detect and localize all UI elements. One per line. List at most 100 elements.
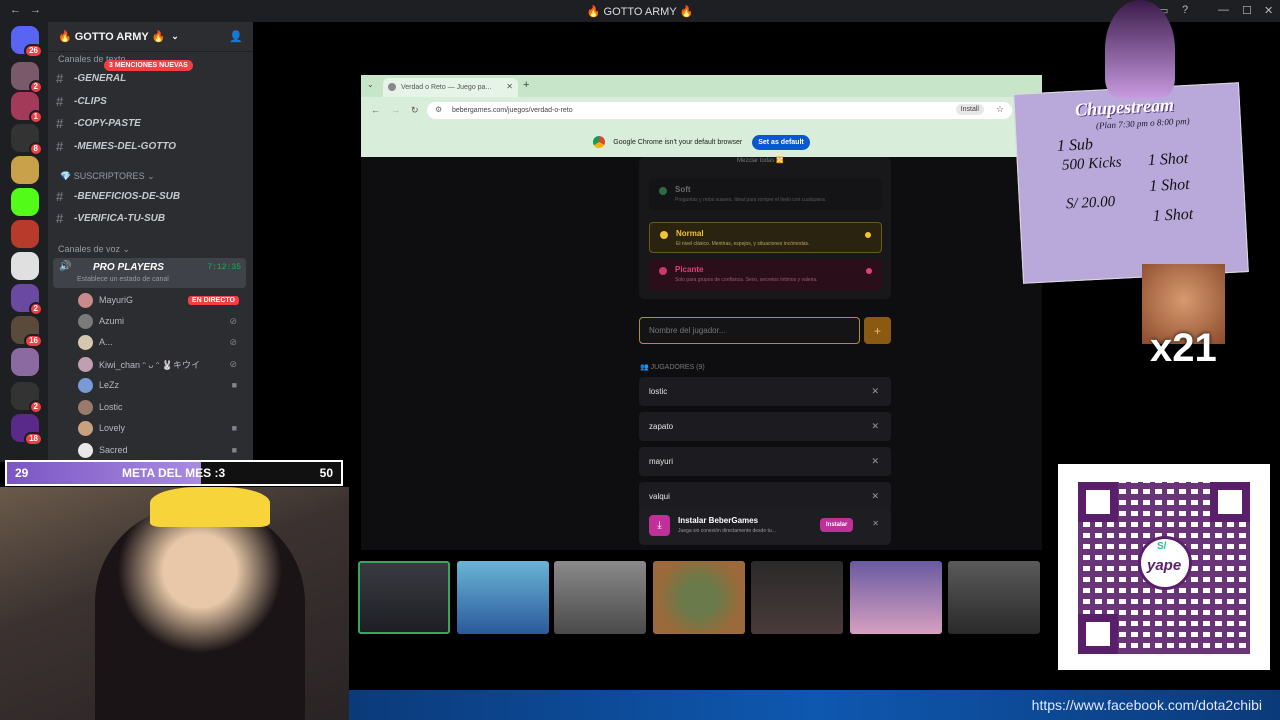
remove-player-icon[interactable]: ✕ [871,386,879,397]
server-rail: 26 2 1 8 2 16 2 18 [0,22,48,462]
help-icon[interactable]: ? [1182,4,1188,16]
remove-player-icon[interactable]: ✕ [871,456,879,467]
server-icon[interactable] [11,156,39,184]
dismiss-banner-icon[interactable]: ✕ [872,519,879,528]
camera-icon: ■ [231,423,237,433]
participant-video[interactable] [554,561,646,634]
server-icon[interactable]: 8 [11,124,43,156]
hash-icon: # [56,138,64,154]
chevron-down-icon: ⌄ [171,31,179,41]
level-picante[interactable]: Picante Solo para grupos de confianza. Se… [649,259,882,290]
camera-icon: ■ [231,380,237,390]
monthly-goal-bar: 29 META DEL MES :3 50 [5,460,343,486]
server-icon[interactable] [11,348,39,376]
forward-icon[interactable]: → [391,105,400,115]
level-soft[interactable]: Soft Preguntas y retos suaves. Ideal para… [649,179,882,210]
hash-icon: # [56,115,64,131]
selected-indicator [865,232,871,238]
level-normal[interactable]: Normal El nivel clásico. Mentiras, espejo… [649,222,882,253]
mix-all-link[interactable]: Mezclar todas 🔀 [737,157,784,164]
avatar [78,442,93,458]
remove-player-icon[interactable]: ✕ [871,491,879,502]
muted-icon: ⊘ [229,336,237,347]
site-info-icon[interactable]: ⚙ [435,105,442,114]
bookmark-star-icon[interactable]: ☆ [996,104,1004,115]
live-badge: EN DIRECTO [187,295,239,305]
avatar [78,334,93,350]
voice-user[interactable]: Sacred ■ [78,440,243,460]
server-icon[interactable] [11,252,39,280]
channel-memes[interactable]: # -MEMES-DEL-GOTTO [56,136,246,156]
player-row: lostic ✕ [639,377,891,406]
channel-copy-paste[interactable]: # -COPY-PASTE [56,113,246,133]
chupestream-card: Chupestream (Plan 7:30 pm o 8:00 pm) 1 S… [1013,82,1249,284]
players-header: 👥 JUGADORES (9) [640,364,705,371]
category-subscriptores[interactable]: 💎 SUSCRIPTORES ⌄ [60,171,155,182]
server-icon[interactable]: 2 [11,382,43,414]
level-dot [659,267,667,275]
channel-verifica[interactable]: # -VERIFICA-TU-SUB [56,208,246,228]
install-button[interactable]: Install [955,104,984,115]
add-player-button[interactable]: + [864,317,891,344]
channel-status[interactable]: Establece un estado de canal [77,276,169,283]
install-app-button[interactable]: Instalar [820,518,854,532]
tab-list-icon[interactable]: ⌄ [367,80,374,89]
voice-user[interactable]: Lostic [78,397,243,417]
tab-close-icon[interactable]: ✕ [506,82,513,91]
player-name-input[interactable]: Nombre del jugador... [639,317,860,344]
pikachu-hood [150,487,270,527]
avatar [78,377,93,393]
invite-user-icon[interactable]: 👤 [229,30,243,43]
browser-tab[interactable]: Verdad o Reto — Juego pa... ✕ [383,78,518,97]
discord-home-icon[interactable]: 26 [11,26,43,58]
new-tab-icon[interactable]: + [523,79,529,91]
server-header[interactable]: 🔥 GOTTO ARMY 🔥 ⌄ 👤 [48,22,253,52]
kick-server-icon[interactable] [11,188,39,216]
qr-finder [1078,614,1118,654]
participant-video[interactable] [850,561,942,634]
voice-user[interactable]: Kiwi_chan ᵔ ᴗ ᵔ 🐰キウイ ⊘ [78,354,243,374]
voice-user[interactable]: Azumi ⊘ [78,311,243,331]
avatar [78,356,93,372]
streamer-webcam [0,487,349,720]
voice-user[interactable]: MayuriG EN DIRECTO [78,290,243,310]
voice-timer: 7:12:35 [207,263,241,272]
reload-icon[interactable]: ↻ [411,105,419,116]
avatar [78,399,93,415]
voice-user[interactable]: LeZz ■ [78,375,243,395]
address-bar[interactable]: ⚙ bebergames.com/juegos/verdad-o-reto In… [427,102,1012,119]
server-icon[interactable]: 1 [11,92,43,124]
close-icon[interactable]: ✕ [1264,4,1273,17]
level-dot [659,187,667,195]
tab-bar: ⌄ Verdad o Reto — Juego pa... ✕ + [361,75,1042,97]
channel-general[interactable]: # -GENERAL [56,68,246,88]
category-voice[interactable]: Canales de voz ⌄ [58,244,130,255]
channel-clips[interactable]: # -CLIPS [56,91,246,111]
voice-channel-pro-players[interactable]: 🔊 PRO PLAYERS 7:12:35 Establece un estad… [53,258,246,288]
remove-player-icon[interactable]: ✕ [871,421,879,432]
server-icon[interactable]: 18 [11,414,43,446]
channel-beneficios[interactable]: # -BENEFICIOS-DE-SUB [56,186,246,206]
player-row: zapato ✕ [639,412,891,441]
back-icon[interactable]: ← [371,105,380,115]
minimize-icon[interactable]: — [1218,4,1229,16]
participant-video[interactable] [751,561,843,634]
avatar [78,313,93,329]
server-icon[interactable] [11,220,39,248]
back-arrow-icon[interactable]: ← [10,4,21,16]
participant-video[interactable] [358,561,450,634]
forward-arrow-icon[interactable]: → [30,4,41,16]
camera-icon: ■ [231,445,237,455]
participant-video[interactable] [457,561,549,634]
maximize-icon[interactable]: ☐ [1242,4,1252,17]
channel-sidebar: 🔥 GOTTO ARMY 🔥 ⌄ 👤 Canales de texto 3 ME… [48,22,253,462]
set-default-button[interactable]: Set as default [752,134,810,150]
server-icon[interactable]: 16 [11,316,43,348]
participant-avatar[interactable] [653,561,745,634]
participant-video[interactable] [948,561,1040,634]
voice-user[interactable]: A... ⊘ [78,332,243,352]
server-icon[interactable]: 2 [11,284,43,316]
voice-user[interactable]: Lovely ■ [78,418,243,438]
server-icon[interactable]: 2 [11,62,43,94]
default-browser-infobar: Google Chrome isn't your default browser… [361,127,1042,157]
